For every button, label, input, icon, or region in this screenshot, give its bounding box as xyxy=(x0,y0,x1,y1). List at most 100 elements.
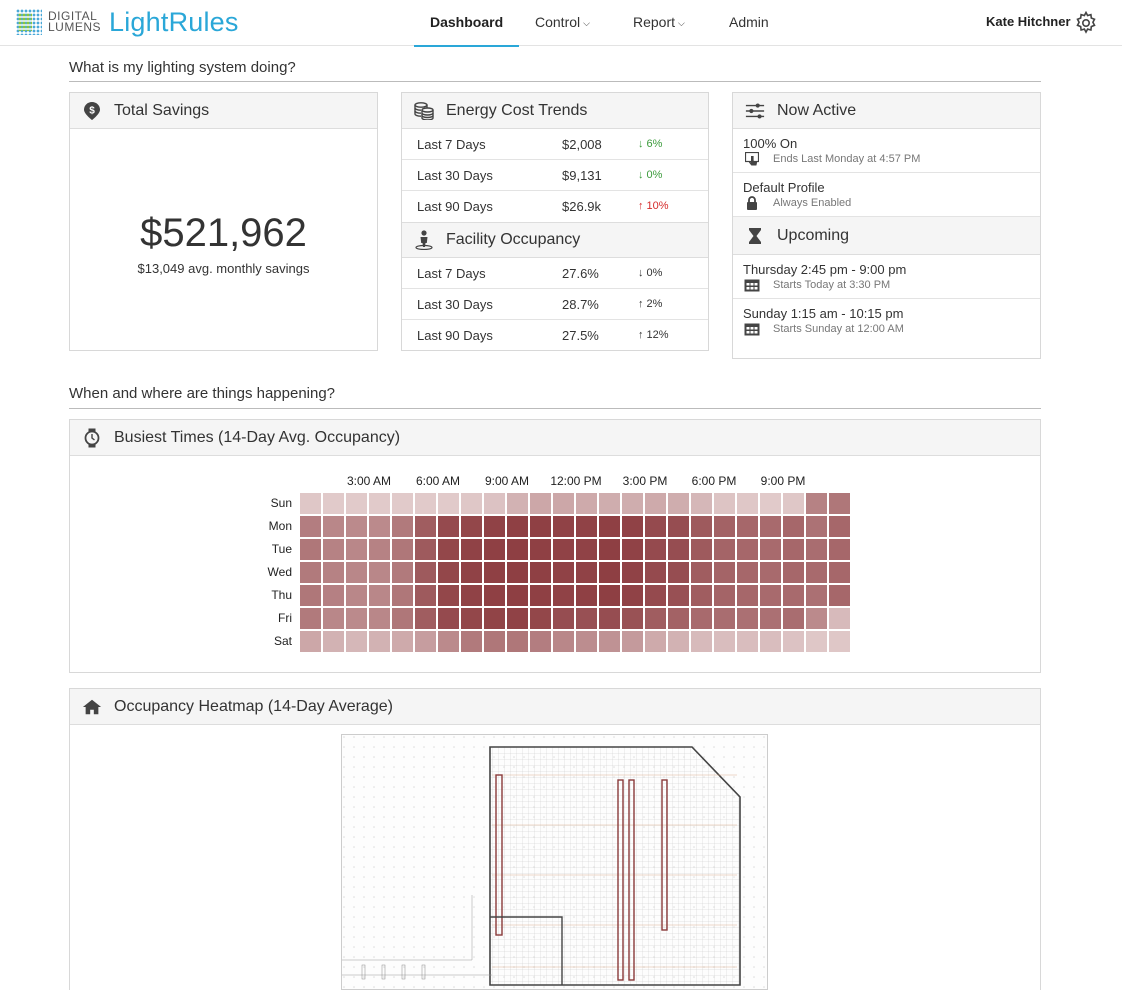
heatmap-cell[interactable] xyxy=(369,608,390,629)
heatmap-cell[interactable] xyxy=(461,539,482,560)
heatmap-cell[interactable] xyxy=(737,631,758,652)
heatmap-cell[interactable] xyxy=(691,539,712,560)
heatmap-cell[interactable] xyxy=(484,562,505,583)
heatmap-cell[interactable] xyxy=(461,493,482,514)
heatmap-cell[interactable] xyxy=(668,585,689,606)
heatmap-cell[interactable] xyxy=(645,608,666,629)
gear-icon[interactable] xyxy=(1074,11,1098,35)
heatmap-cell[interactable] xyxy=(346,516,367,537)
heatmap-cell[interactable] xyxy=(576,608,597,629)
heatmap-cell[interactable] xyxy=(645,631,666,652)
heatmap-cell[interactable] xyxy=(461,608,482,629)
heatmap-cell[interactable] xyxy=(576,631,597,652)
heatmap-cell[interactable] xyxy=(392,631,413,652)
heatmap-cell[interactable] xyxy=(737,539,758,560)
heatmap-cell[interactable] xyxy=(599,631,620,652)
heatmap-cell[interactable] xyxy=(415,539,436,560)
heatmap-cell[interactable] xyxy=(783,631,804,652)
heatmap-cell[interactable] xyxy=(737,585,758,606)
heatmap-cell[interactable] xyxy=(415,631,436,652)
heatmap-cell[interactable] xyxy=(760,585,781,606)
digital-lumens-logo[interactable]: DIGITAL LUMENS LightRules xyxy=(16,6,239,38)
heatmap-cell[interactable] xyxy=(323,631,344,652)
heatmap-cell[interactable] xyxy=(530,539,551,560)
heatmap-cell[interactable] xyxy=(369,585,390,606)
heatmap-cell[interactable] xyxy=(392,562,413,583)
heatmap-cell[interactable] xyxy=(461,631,482,652)
heatmap-cell[interactable] xyxy=(484,539,505,560)
heatmap-cell[interactable] xyxy=(553,539,574,560)
heatmap-cell[interactable] xyxy=(300,562,321,583)
heatmap-cell[interactable] xyxy=(599,539,620,560)
heatmap-cell[interactable] xyxy=(461,562,482,583)
heatmap-cell[interactable] xyxy=(438,493,459,514)
heatmap-cell[interactable] xyxy=(760,539,781,560)
heatmap-cell[interactable] xyxy=(668,608,689,629)
heatmap-cell[interactable] xyxy=(737,516,758,537)
heatmap-cell[interactable] xyxy=(599,608,620,629)
heatmap-cell[interactable] xyxy=(323,562,344,583)
heatmap-cell[interactable] xyxy=(346,608,367,629)
heatmap-cell[interactable] xyxy=(507,631,528,652)
heatmap-cell[interactable] xyxy=(829,631,850,652)
heatmap-cell[interactable] xyxy=(484,585,505,606)
heatmap-cell[interactable] xyxy=(829,585,850,606)
heatmap-cell[interactable] xyxy=(507,539,528,560)
heatmap-cell[interactable] xyxy=(668,631,689,652)
heatmap-cell[interactable] xyxy=(691,562,712,583)
nav-report[interactable]: Report ⌵ xyxy=(617,0,713,46)
heatmap-cell[interactable] xyxy=(438,608,459,629)
heatmap-cell[interactable] xyxy=(415,585,436,606)
heatmap-cell[interactable] xyxy=(691,631,712,652)
heatmap-cell[interactable] xyxy=(691,493,712,514)
heatmap-cell[interactable] xyxy=(714,608,735,629)
heatmap-cell[interactable] xyxy=(323,516,344,537)
heatmap-cell[interactable] xyxy=(530,493,551,514)
heatmap-cell[interactable] xyxy=(553,562,574,583)
heatmap-cell[interactable] xyxy=(622,608,643,629)
heatmap-cell[interactable] xyxy=(622,631,643,652)
nav-control[interactable]: Control ⌵ xyxy=(519,0,617,46)
heatmap-cell[interactable] xyxy=(507,585,528,606)
heatmap-cell[interactable] xyxy=(438,562,459,583)
heatmap-cell[interactable] xyxy=(346,562,367,583)
heatmap-cell[interactable] xyxy=(599,585,620,606)
heatmap-cell[interactable] xyxy=(553,631,574,652)
heatmap-cell[interactable] xyxy=(553,493,574,514)
heatmap-cell[interactable] xyxy=(300,516,321,537)
heatmap-cell[interactable] xyxy=(553,585,574,606)
heatmap-cell[interactable] xyxy=(392,585,413,606)
heatmap-cell[interactable] xyxy=(668,516,689,537)
heatmap-cell[interactable] xyxy=(714,493,735,514)
heatmap-cell[interactable] xyxy=(806,585,827,606)
heatmap-cell[interactable] xyxy=(714,585,735,606)
heatmap-cell[interactable] xyxy=(507,516,528,537)
heatmap-cell[interactable] xyxy=(783,493,804,514)
heatmap-cell[interactable] xyxy=(346,539,367,560)
heatmap-cell[interactable] xyxy=(622,539,643,560)
heatmap-cell[interactable] xyxy=(783,539,804,560)
heatmap-cell[interactable] xyxy=(668,539,689,560)
heatmap-cell[interactable] xyxy=(737,608,758,629)
heatmap-cell[interactable] xyxy=(714,539,735,560)
heatmap-cell[interactable] xyxy=(783,516,804,537)
heatmap-cell[interactable] xyxy=(622,516,643,537)
heatmap-cell[interactable] xyxy=(714,516,735,537)
heatmap-cell[interactable] xyxy=(415,608,436,629)
heatmap-cell[interactable] xyxy=(576,493,597,514)
heatmap-cell[interactable] xyxy=(645,516,666,537)
heatmap-cell[interactable] xyxy=(806,608,827,629)
heatmap-cell[interactable] xyxy=(691,516,712,537)
heatmap-cell[interactable] xyxy=(576,562,597,583)
heatmap-cell[interactable] xyxy=(369,631,390,652)
heatmap-cell[interactable] xyxy=(530,562,551,583)
heatmap-cell[interactable] xyxy=(599,562,620,583)
heatmap-cell[interactable] xyxy=(737,562,758,583)
heatmap-cell[interactable] xyxy=(691,608,712,629)
heatmap-cell[interactable] xyxy=(461,516,482,537)
heatmap-cell[interactable] xyxy=(300,608,321,629)
active-schedule-item[interactable]: 100% On Ends Last Monday at 4:57 PM xyxy=(733,129,1040,173)
heatmap-cell[interactable] xyxy=(323,585,344,606)
heatmap-cell[interactable] xyxy=(438,585,459,606)
heatmap-cell[interactable] xyxy=(300,493,321,514)
